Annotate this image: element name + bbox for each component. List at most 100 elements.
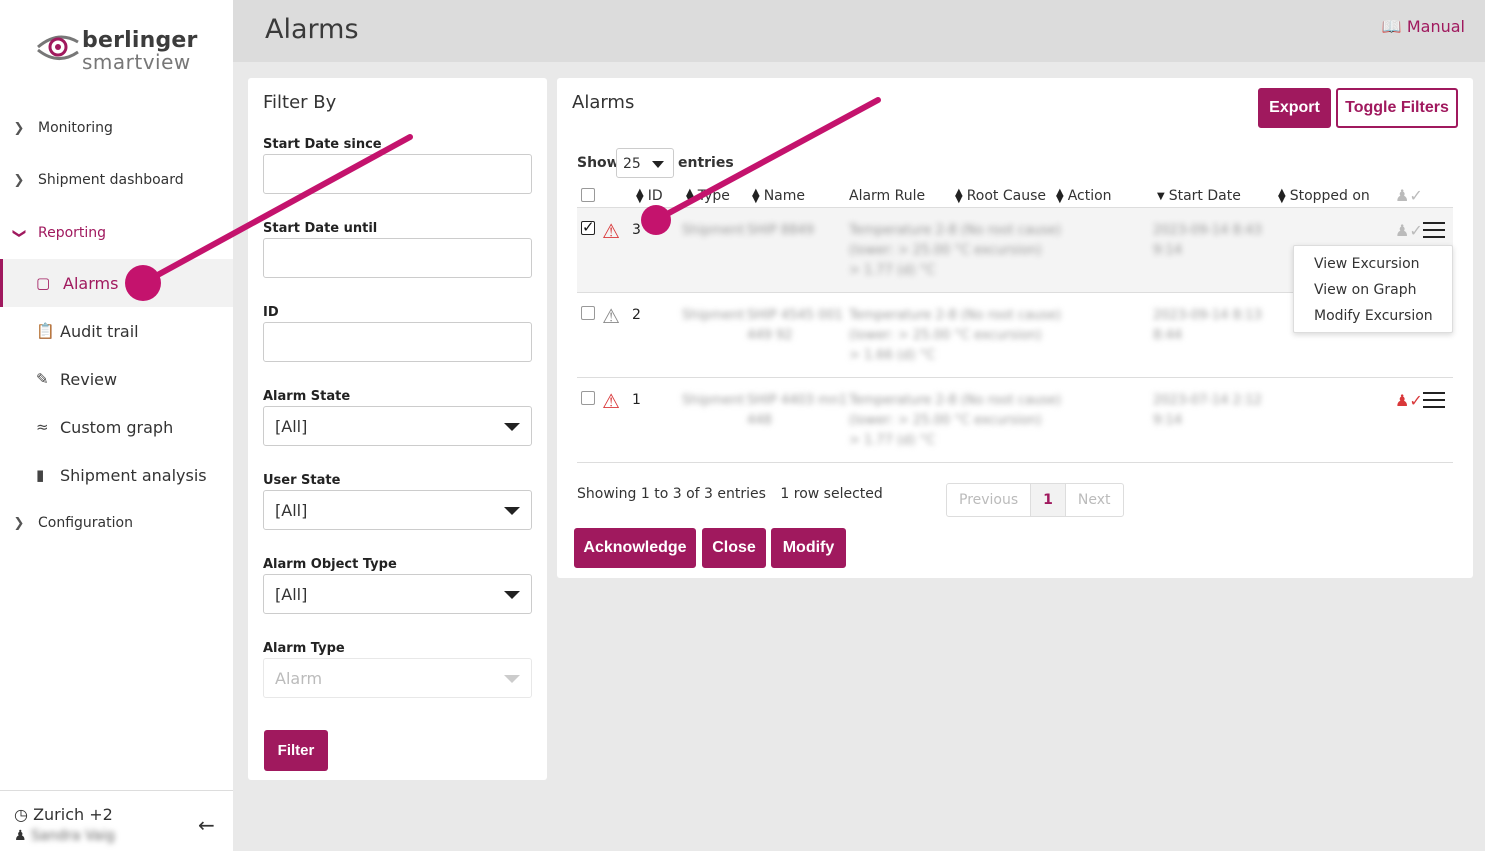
show-label: Show xyxy=(577,155,620,171)
table-row[interactable]: ⚠ 1 Shipment SHIP 4403 mn1 448 Temperatu… xyxy=(577,377,1453,462)
filter-panel: Filter By Start Date since Start Date un… xyxy=(248,78,547,780)
logo-eye-icon xyxy=(37,35,79,60)
toggle-filters-button[interactable]: Toggle Filters xyxy=(1336,88,1458,128)
row-checkbox[interactable] xyxy=(581,391,595,405)
export-button[interactable]: Export xyxy=(1258,88,1331,128)
user-account[interactable]: ♟ Sandra Vaig xyxy=(14,828,115,844)
select-all-checkbox[interactable] xyxy=(581,188,595,202)
row-name[interactable]: SHIP 4545 001 xyxy=(747,306,843,326)
filter-button[interactable]: Filter xyxy=(264,730,328,771)
user-icon: ♟ xyxy=(14,828,27,844)
column-label: Name xyxy=(763,188,806,204)
start-date-since-label: Start Date since xyxy=(263,137,382,152)
user-alert-icon[interactable]: ♟✓ xyxy=(1395,391,1423,410)
clock-icon: ◷ xyxy=(14,805,28,824)
sort-icon: ▲ ▼ xyxy=(955,187,963,205)
column-header-id[interactable]: ▲ ▼ ID xyxy=(636,187,663,205)
sort-icon: ▲ ▼ xyxy=(636,187,644,205)
sidebar-item-shipment-dashboard[interactable]: ❯ Shipment dashboard xyxy=(0,160,233,200)
alarm-object-type-select[interactable]: [All] xyxy=(263,574,532,614)
column-header-type[interactable]: ▲ ▼ Type xyxy=(686,187,730,205)
timezone[interactable]: ◷ Zurich +2 xyxy=(14,805,113,824)
column-header-action[interactable]: ▲ ▼ Action xyxy=(1056,187,1112,205)
alarm-state-select[interactable]: [All] xyxy=(263,406,532,446)
brand-logo: berlinger smartview xyxy=(36,26,206,76)
row-rule-line3: > 1.77 (d) °C xyxy=(849,433,936,448)
sidebar-item-reporting[interactable]: ❯ Reporting xyxy=(0,213,233,253)
custom-graph-icon: ≈ xyxy=(36,418,49,436)
warning-triangle-icon: ⚠ xyxy=(602,389,620,413)
user-check-icon: ♟✓ xyxy=(1395,186,1423,205)
sort-icon: ▲ ▼ xyxy=(1056,187,1064,205)
close-button[interactable]: Close xyxy=(702,528,766,568)
alarm-object-type-value: [All] xyxy=(275,585,308,604)
menu-item-view-excursion[interactable]: View Excursion xyxy=(1314,256,1420,272)
pagination: Previous 1 Next xyxy=(946,483,1124,517)
column-header-name[interactable]: ▲ ▼ Name xyxy=(752,188,806,205)
menu-item-modify-excursion[interactable]: Modify Excursion xyxy=(1314,308,1433,324)
sidebar-item-audit-trail[interactable]: 📋 Audit trail xyxy=(0,307,233,355)
sidebar-item-shipment-analysis[interactable]: ▮ Shipment analysis xyxy=(0,451,233,499)
row-checkbox[interactable] xyxy=(581,306,595,320)
chevron-right-icon: ❯ xyxy=(13,120,25,136)
sidebar-item-monitoring[interactable]: ❯ Monitoring xyxy=(0,108,233,148)
entries-info: Showing 1 to 3 of 3 entries xyxy=(577,486,766,502)
id-label: ID xyxy=(263,305,279,320)
user-check-icon[interactable]: ♟✓ xyxy=(1395,221,1423,240)
row-start-time: 8:44 xyxy=(1153,328,1183,343)
filter-title: Filter By xyxy=(263,92,337,113)
column-header-start-date[interactable]: ▼ Start Date xyxy=(1157,188,1241,204)
selection-info: 1 row selected xyxy=(780,486,883,502)
row-name[interactable]: SHIP 4403 mn1 xyxy=(747,391,847,411)
alarm-type-value: Alarm xyxy=(275,669,323,688)
alarms-title: Alarms xyxy=(572,92,635,113)
row-menu-icon[interactable] xyxy=(1423,222,1445,238)
sidebar-item-configuration[interactable]: ❯ Configuration xyxy=(0,503,233,543)
page-header: Alarms 📖 Manual xyxy=(233,0,1485,62)
row-id: 3 xyxy=(632,222,641,238)
sidebar-item-alarms[interactable]: ▢ Alarms xyxy=(0,259,233,307)
dropdown-arrow-icon xyxy=(652,161,664,168)
manual-link[interactable]: 📖 Manual xyxy=(1382,17,1465,36)
sidebar-item-label: Shipment dashboard xyxy=(38,172,184,188)
sidebar-item-custom-graph[interactable]: ≈ Custom graph xyxy=(0,403,233,451)
id-input[interactable] xyxy=(263,322,532,362)
row-id: 2 xyxy=(632,307,641,323)
logo-text-bottom: smartview xyxy=(82,50,191,74)
acknowledge-button[interactable]: Acknowledge xyxy=(574,528,696,568)
collapse-sidebar-arrow-icon[interactable]: ← xyxy=(198,813,215,837)
menu-item-view-on-graph[interactable]: View on Graph xyxy=(1314,282,1417,298)
alarm-state-value: [All] xyxy=(275,417,308,436)
start-date-since-input[interactable] xyxy=(263,154,532,194)
row-type: Shipment xyxy=(682,393,745,408)
sort-icon: ▲ ▼ xyxy=(686,187,694,205)
row-menu-icon[interactable] xyxy=(1423,392,1445,408)
pagination-page-1[interactable]: 1 xyxy=(1030,484,1066,516)
column-header-stopped-on[interactable]: ▲ ▼ Stopped on xyxy=(1278,187,1370,205)
sidebar-footer: ◷ Zurich +2 ♟ Sandra Vaig ← xyxy=(0,790,233,851)
row-rule-line1: Temperature 2-8 (No root cause) xyxy=(849,223,1062,238)
sort-icon: ▲ ▼ xyxy=(1278,187,1286,205)
sidebar-item-label: Shipment analysis xyxy=(60,465,207,485)
user-state-select[interactable]: [All] xyxy=(263,490,532,530)
column-label: ID xyxy=(647,188,663,204)
dropdown-arrow-icon xyxy=(504,591,520,599)
row-start-time: 9:14 xyxy=(1153,413,1183,428)
chevron-down-icon: ❯ xyxy=(11,227,27,239)
table-info: Showing 1 to 3 of 3 entries 1 row select… xyxy=(577,486,883,502)
pagination-previous[interactable]: Previous xyxy=(947,484,1030,516)
warning-triangle-icon: ⚠ xyxy=(602,304,620,328)
row-type: Shipment xyxy=(682,223,745,238)
row-checkbox[interactable] xyxy=(581,218,595,236)
column-header-root-cause[interactable]: ▲ ▼ Root Cause xyxy=(955,187,1046,205)
alarm-type-select: Alarm xyxy=(263,658,532,698)
start-date-until-input[interactable] xyxy=(263,238,532,278)
column-label: Stopped on xyxy=(1289,188,1370,204)
page-length-select[interactable]: 25 xyxy=(616,148,674,178)
pagination-next[interactable]: Next xyxy=(1066,484,1123,516)
row-name[interactable]: SHIP 8849 xyxy=(747,221,814,241)
modify-button[interactable]: Modify xyxy=(771,528,846,568)
sidebar-item-review[interactable]: ✎ Review xyxy=(0,355,233,403)
sidebar-item-label: Custom graph xyxy=(60,417,174,437)
alarms-panel: Alarms Export Toggle Filters Show 25 ent… xyxy=(557,78,1473,578)
